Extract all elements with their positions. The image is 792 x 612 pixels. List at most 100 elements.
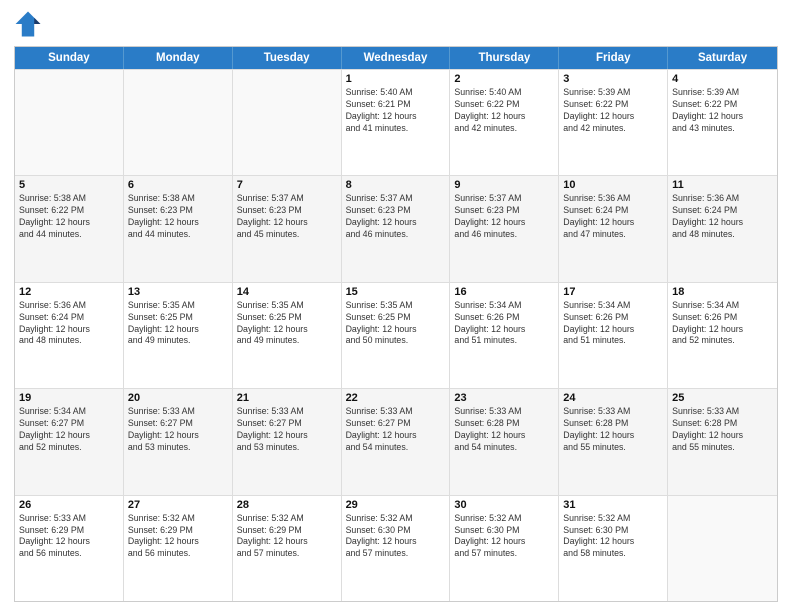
cal-cell: 17 Sunrise: 5:34 AMSunset: 6:26 PMDayligh… <box>559 283 668 388</box>
cell-info: Sunrise: 5:37 AMSunset: 6:23 PMDaylight:… <box>346 193 446 241</box>
cell-info: Sunrise: 5:38 AMSunset: 6:22 PMDaylight:… <box>19 193 119 241</box>
day-number: 24 <box>563 392 663 404</box>
cal-header-monday: Monday <box>124 47 233 69</box>
day-number: 10 <box>563 179 663 191</box>
day-number: 31 <box>563 499 663 511</box>
calendar-body: 1 Sunrise: 5:40 AMSunset: 6:21 PMDaylight… <box>15 69 777 601</box>
cal-cell: 26 Sunrise: 5:33 AMSunset: 6:29 PMDayligh… <box>15 496 124 601</box>
cal-cell: 13 Sunrise: 5:35 AMSunset: 6:25 PMDayligh… <box>124 283 233 388</box>
day-number: 21 <box>237 392 337 404</box>
cell-info: Sunrise: 5:39 AMSunset: 6:22 PMDaylight:… <box>672 87 773 135</box>
page: SundayMondayTuesdayWednesdayThursdayFrid… <box>0 0 792 612</box>
cell-info: Sunrise: 5:33 AMSunset: 6:28 PMDaylight:… <box>454 406 554 454</box>
header <box>14 10 778 38</box>
cal-cell <box>668 496 777 601</box>
day-number: 28 <box>237 499 337 511</box>
cal-cell: 11 Sunrise: 5:36 AMSunset: 6:24 PMDayligh… <box>668 176 777 281</box>
day-number: 29 <box>346 499 446 511</box>
cell-info: Sunrise: 5:34 AMSunset: 6:27 PMDaylight:… <box>19 406 119 454</box>
cell-info: Sunrise: 5:34 AMSunset: 6:26 PMDaylight:… <box>672 300 773 348</box>
cal-cell: 2Sunrise: 5:40 AMSunset: 6:22 PMDaylight… <box>450 70 559 175</box>
cell-info: Sunrise: 5:35 AMSunset: 6:25 PMDaylight:… <box>346 300 446 348</box>
cal-week-4: 19 Sunrise: 5:34 AMSunset: 6:27 PMDayligh… <box>15 388 777 494</box>
cell-info: Sunrise: 5:32 AMSunset: 6:29 PMDaylight:… <box>128 513 228 561</box>
cell-info: Sunrise: 5:36 AMSunset: 6:24 PMDaylight:… <box>563 193 663 241</box>
cell-info: Sunrise: 5:33 AMSunset: 6:28 PMDaylight:… <box>672 406 773 454</box>
day-number: 16 <box>454 286 554 298</box>
cell-info: Sunrise: 5:40 AMSunset: 6:21 PMDaylight:… <box>346 87 446 135</box>
day-number: 5 <box>19 179 119 191</box>
calendar-header-row: SundayMondayTuesdayWednesdayThursdayFrid… <box>15 47 777 69</box>
day-number: 8 <box>346 179 446 191</box>
day-number: 15 <box>346 286 446 298</box>
day-number: 3 <box>563 73 663 85</box>
cal-cell: 5 Sunrise: 5:38 AMSunset: 6:22 PMDaylight… <box>15 176 124 281</box>
day-number: 4 <box>672 73 773 85</box>
cal-cell: 6 Sunrise: 5:38 AMSunset: 6:23 PMDaylight… <box>124 176 233 281</box>
cal-week-2: 5 Sunrise: 5:38 AMSunset: 6:22 PMDaylight… <box>15 175 777 281</box>
day-number: 19 <box>19 392 119 404</box>
cal-cell: 19 Sunrise: 5:34 AMSunset: 6:27 PMDayligh… <box>15 389 124 494</box>
cal-cell: 24 Sunrise: 5:33 AMSunset: 6:28 PMDayligh… <box>559 389 668 494</box>
day-number: 12 <box>19 286 119 298</box>
cal-cell: 23Sunrise: 5:33 AMSunset: 6:28 PMDayligh… <box>450 389 559 494</box>
day-number: 27 <box>128 499 228 511</box>
cal-cell: 20 Sunrise: 5:33 AMSunset: 6:27 PMDayligh… <box>124 389 233 494</box>
day-number: 26 <box>19 499 119 511</box>
cal-cell: 3 Sunrise: 5:39 AMSunset: 6:22 PMDaylight… <box>559 70 668 175</box>
cal-header-saturday: Saturday <box>668 47 777 69</box>
cell-info: Sunrise: 5:33 AMSunset: 6:27 PMDaylight:… <box>128 406 228 454</box>
cell-info: Sunrise: 5:36 AMSunset: 6:24 PMDaylight:… <box>672 193 773 241</box>
cal-cell: 31 Sunrise: 5:32 AMSunset: 6:30 PMDayligh… <box>559 496 668 601</box>
cal-cell: 10 Sunrise: 5:36 AMSunset: 6:24 PMDayligh… <box>559 176 668 281</box>
cell-info: Sunrise: 5:39 AMSunset: 6:22 PMDaylight:… <box>563 87 663 135</box>
cal-cell: 12 Sunrise: 5:36 AMSunset: 6:24 PMDayligh… <box>15 283 124 388</box>
cal-cell: 8 Sunrise: 5:37 AMSunset: 6:23 PMDaylight… <box>342 176 451 281</box>
cal-cell <box>233 70 342 175</box>
cal-week-3: 12 Sunrise: 5:36 AMSunset: 6:24 PMDayligh… <box>15 282 777 388</box>
day-number: 14 <box>237 286 337 298</box>
cell-info: Sunrise: 5:33 AMSunset: 6:27 PMDaylight:… <box>346 406 446 454</box>
cal-week-5: 26 Sunrise: 5:33 AMSunset: 6:29 PMDayligh… <box>15 495 777 601</box>
cell-info: Sunrise: 5:32 AMSunset: 6:30 PMDaylight:… <box>454 513 554 561</box>
cal-cell: 22 Sunrise: 5:33 AMSunset: 6:27 PMDayligh… <box>342 389 451 494</box>
cell-info: Sunrise: 5:33 AMSunset: 6:29 PMDaylight:… <box>19 513 119 561</box>
cal-cell: 27 Sunrise: 5:32 AMSunset: 6:29 PMDayligh… <box>124 496 233 601</box>
cell-info: Sunrise: 5:37 AMSunset: 6:23 PMDaylight:… <box>237 193 337 241</box>
cell-info: Sunrise: 5:36 AMSunset: 6:24 PMDaylight:… <box>19 300 119 348</box>
cal-cell: 30Sunrise: 5:32 AMSunset: 6:30 PMDayligh… <box>450 496 559 601</box>
cell-info: Sunrise: 5:32 AMSunset: 6:30 PMDaylight:… <box>563 513 663 561</box>
cell-info: Sunrise: 5:37 AMSunset: 6:23 PMDaylight:… <box>454 193 554 241</box>
cal-header-tuesday: Tuesday <box>233 47 342 69</box>
cal-header-thursday: Thursday <box>450 47 559 69</box>
cal-cell: 1 Sunrise: 5:40 AMSunset: 6:21 PMDaylight… <box>342 70 451 175</box>
cell-info: Sunrise: 5:40 AMSunset: 6:22 PMDaylight:… <box>454 87 554 135</box>
cell-info: Sunrise: 5:34 AMSunset: 6:26 PMDaylight:… <box>563 300 663 348</box>
cal-cell: 15 Sunrise: 5:35 AMSunset: 6:25 PMDayligh… <box>342 283 451 388</box>
day-number: 22 <box>346 392 446 404</box>
day-number: 7 <box>237 179 337 191</box>
day-number: 20 <box>128 392 228 404</box>
day-number: 1 <box>346 73 446 85</box>
day-number: 25 <box>672 392 773 404</box>
calendar: SundayMondayTuesdayWednesdayThursdayFrid… <box>14 46 778 602</box>
cal-cell: 9 Sunrise: 5:37 AMSunset: 6:23 PMDaylight… <box>450 176 559 281</box>
cal-week-1: 1 Sunrise: 5:40 AMSunset: 6:21 PMDaylight… <box>15 69 777 175</box>
day-number: 18 <box>672 286 773 298</box>
cal-cell <box>124 70 233 175</box>
cal-header-wednesday: Wednesday <box>342 47 451 69</box>
day-number: 9 <box>454 179 554 191</box>
cal-cell <box>15 70 124 175</box>
logo-icon <box>14 10 42 38</box>
day-number: 6 <box>128 179 228 191</box>
cal-cell: 4 Sunrise: 5:39 AMSunset: 6:22 PMDaylight… <box>668 70 777 175</box>
day-number: 11 <box>672 179 773 191</box>
cell-info: Sunrise: 5:38 AMSunset: 6:23 PMDaylight:… <box>128 193 228 241</box>
cal-header-sunday: Sunday <box>15 47 124 69</box>
cal-cell: 18 Sunrise: 5:34 AMSunset: 6:26 PMDayligh… <box>668 283 777 388</box>
logo <box>14 10 46 38</box>
cell-info: Sunrise: 5:35 AMSunset: 6:25 PMDaylight:… <box>128 300 228 348</box>
day-number: 17 <box>563 286 663 298</box>
day-number: 13 <box>128 286 228 298</box>
cell-info: Sunrise: 5:33 AMSunset: 6:28 PMDaylight:… <box>563 406 663 454</box>
